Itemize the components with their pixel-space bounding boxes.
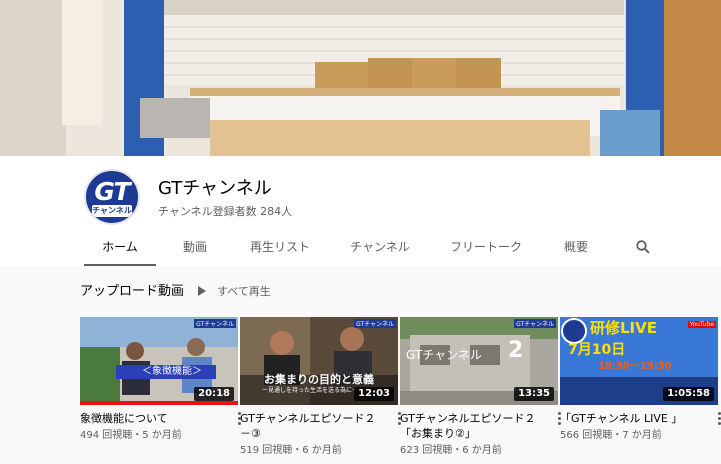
video-thumbnail[interactable]: ＜象徴機能＞ GTチャンネル 20:18 bbox=[80, 317, 238, 405]
video-thumbnail[interactable]: お集まりの目的と意義 ー見通しを持った生活を送る為にー GTチャンネル 12:0… bbox=[240, 317, 398, 405]
video-title[interactable]: 象徴機能について bbox=[80, 411, 220, 426]
banner-image bbox=[0, 0, 721, 156]
video-thumbnail[interactable]: GTチャンネル 2 GTチャンネル 13:35 bbox=[400, 317, 558, 405]
video-duration: 1:05:58 bbox=[663, 387, 714, 401]
video-card[interactable]: お集まりの目的と意義 ー見通しを持った生活を送る為にー GTチャンネル 12:0… bbox=[240, 317, 401, 457]
thumbnail-badge: GTチャンネル bbox=[194, 319, 236, 328]
thumbnail-caption: ＜象徴機能＞ bbox=[142, 366, 202, 377]
play-icon bbox=[198, 286, 206, 296]
thumbnail-badge: YouTube bbox=[687, 321, 716, 328]
video-duration: 12:03 bbox=[354, 387, 394, 401]
tab-about[interactable]: 概要 bbox=[554, 233, 598, 266]
search-icon[interactable] bbox=[636, 240, 650, 254]
video-card[interactable]: ＜象徴機能＞ GTチャンネル 20:18 象徴機能について 494 回視聴・5 … bbox=[80, 317, 241, 442]
video-title[interactable]: GTチャンネルエピソード２－③ bbox=[240, 411, 380, 441]
tab-videos[interactable]: 動画 bbox=[170, 233, 220, 266]
channel-name: GTチャンネル bbox=[158, 178, 272, 199]
video-meta: 494 回視聴・5 か月前 bbox=[80, 430, 182, 441]
video-card[interactable]: GTチャンネル 2 GTチャンネル 13:35 GTチャンネルエピソード２「お集… bbox=[400, 317, 561, 457]
video-card[interactable]: 研修LIVE 7月10日 18:30〜19:30 YouTube 1:05:58… bbox=[560, 317, 721, 442]
thumbnail-number: 2 bbox=[508, 338, 524, 363]
avatar-text: GT bbox=[94, 177, 130, 206]
more-actions-icon[interactable] bbox=[714, 411, 721, 427]
video-title[interactable]: 「GTチャンネル LIVE 」 bbox=[560, 411, 700, 426]
subscriber-count: チャンネル登録者数 284人 bbox=[158, 205, 293, 218]
thumbnail-caption: GTチャンネル bbox=[406, 348, 482, 362]
tab-free-talk[interactable]: フリートーク bbox=[442, 233, 530, 266]
tab-channels[interactable]: チャンネル bbox=[338, 233, 422, 266]
video-thumbnail[interactable]: 研修LIVE 7月10日 18:30〜19:30 YouTube 1:05:58 bbox=[560, 317, 718, 405]
thumbnail-caption: 研修LIVE bbox=[590, 319, 657, 337]
video-duration: 20:18 bbox=[194, 387, 234, 401]
thumbnail-badge: GTチャンネル bbox=[354, 319, 396, 328]
thumbnail-caption: お集まりの目的と意義 bbox=[264, 373, 374, 386]
video-meta: 519 回視聴・6 か月前 bbox=[240, 445, 342, 456]
thumbnail-date: 7月10日 bbox=[568, 342, 626, 358]
thumbnail-subcaption: ー見通しを持った生活を送る為にー bbox=[261, 387, 358, 394]
play-all-label: すべて再生 bbox=[217, 285, 271, 298]
channel-banner bbox=[0, 0, 721, 156]
video-duration: 13:35 bbox=[514, 387, 554, 401]
tab-home[interactable]: ホーム bbox=[84, 233, 156, 266]
video-title[interactable]: GTチャンネルエピソード２「お集まり②」 bbox=[400, 411, 540, 441]
tab-playlists[interactable]: 再生リスト bbox=[240, 233, 320, 266]
avatar-subtext: チャンネル bbox=[92, 205, 132, 217]
channel-avatar[interactable]: GT チャンネル bbox=[84, 169, 140, 225]
video-meta: 623 回視聴・6 か月前 bbox=[400, 445, 502, 456]
shelf-title[interactable]: アップロード動画 bbox=[80, 284, 184, 300]
thumbnail-badge: GTチャンネル bbox=[514, 319, 556, 328]
channel-tabs: ホーム 動画 再生リスト チャンネル フリートーク 概要 bbox=[80, 233, 680, 266]
play-all-button[interactable]: すべて再生 bbox=[198, 284, 271, 300]
video-meta: 566 回視聴・7 か月前 bbox=[560, 430, 662, 441]
thumbnail-time: 18:30〜19:30 bbox=[598, 361, 672, 372]
